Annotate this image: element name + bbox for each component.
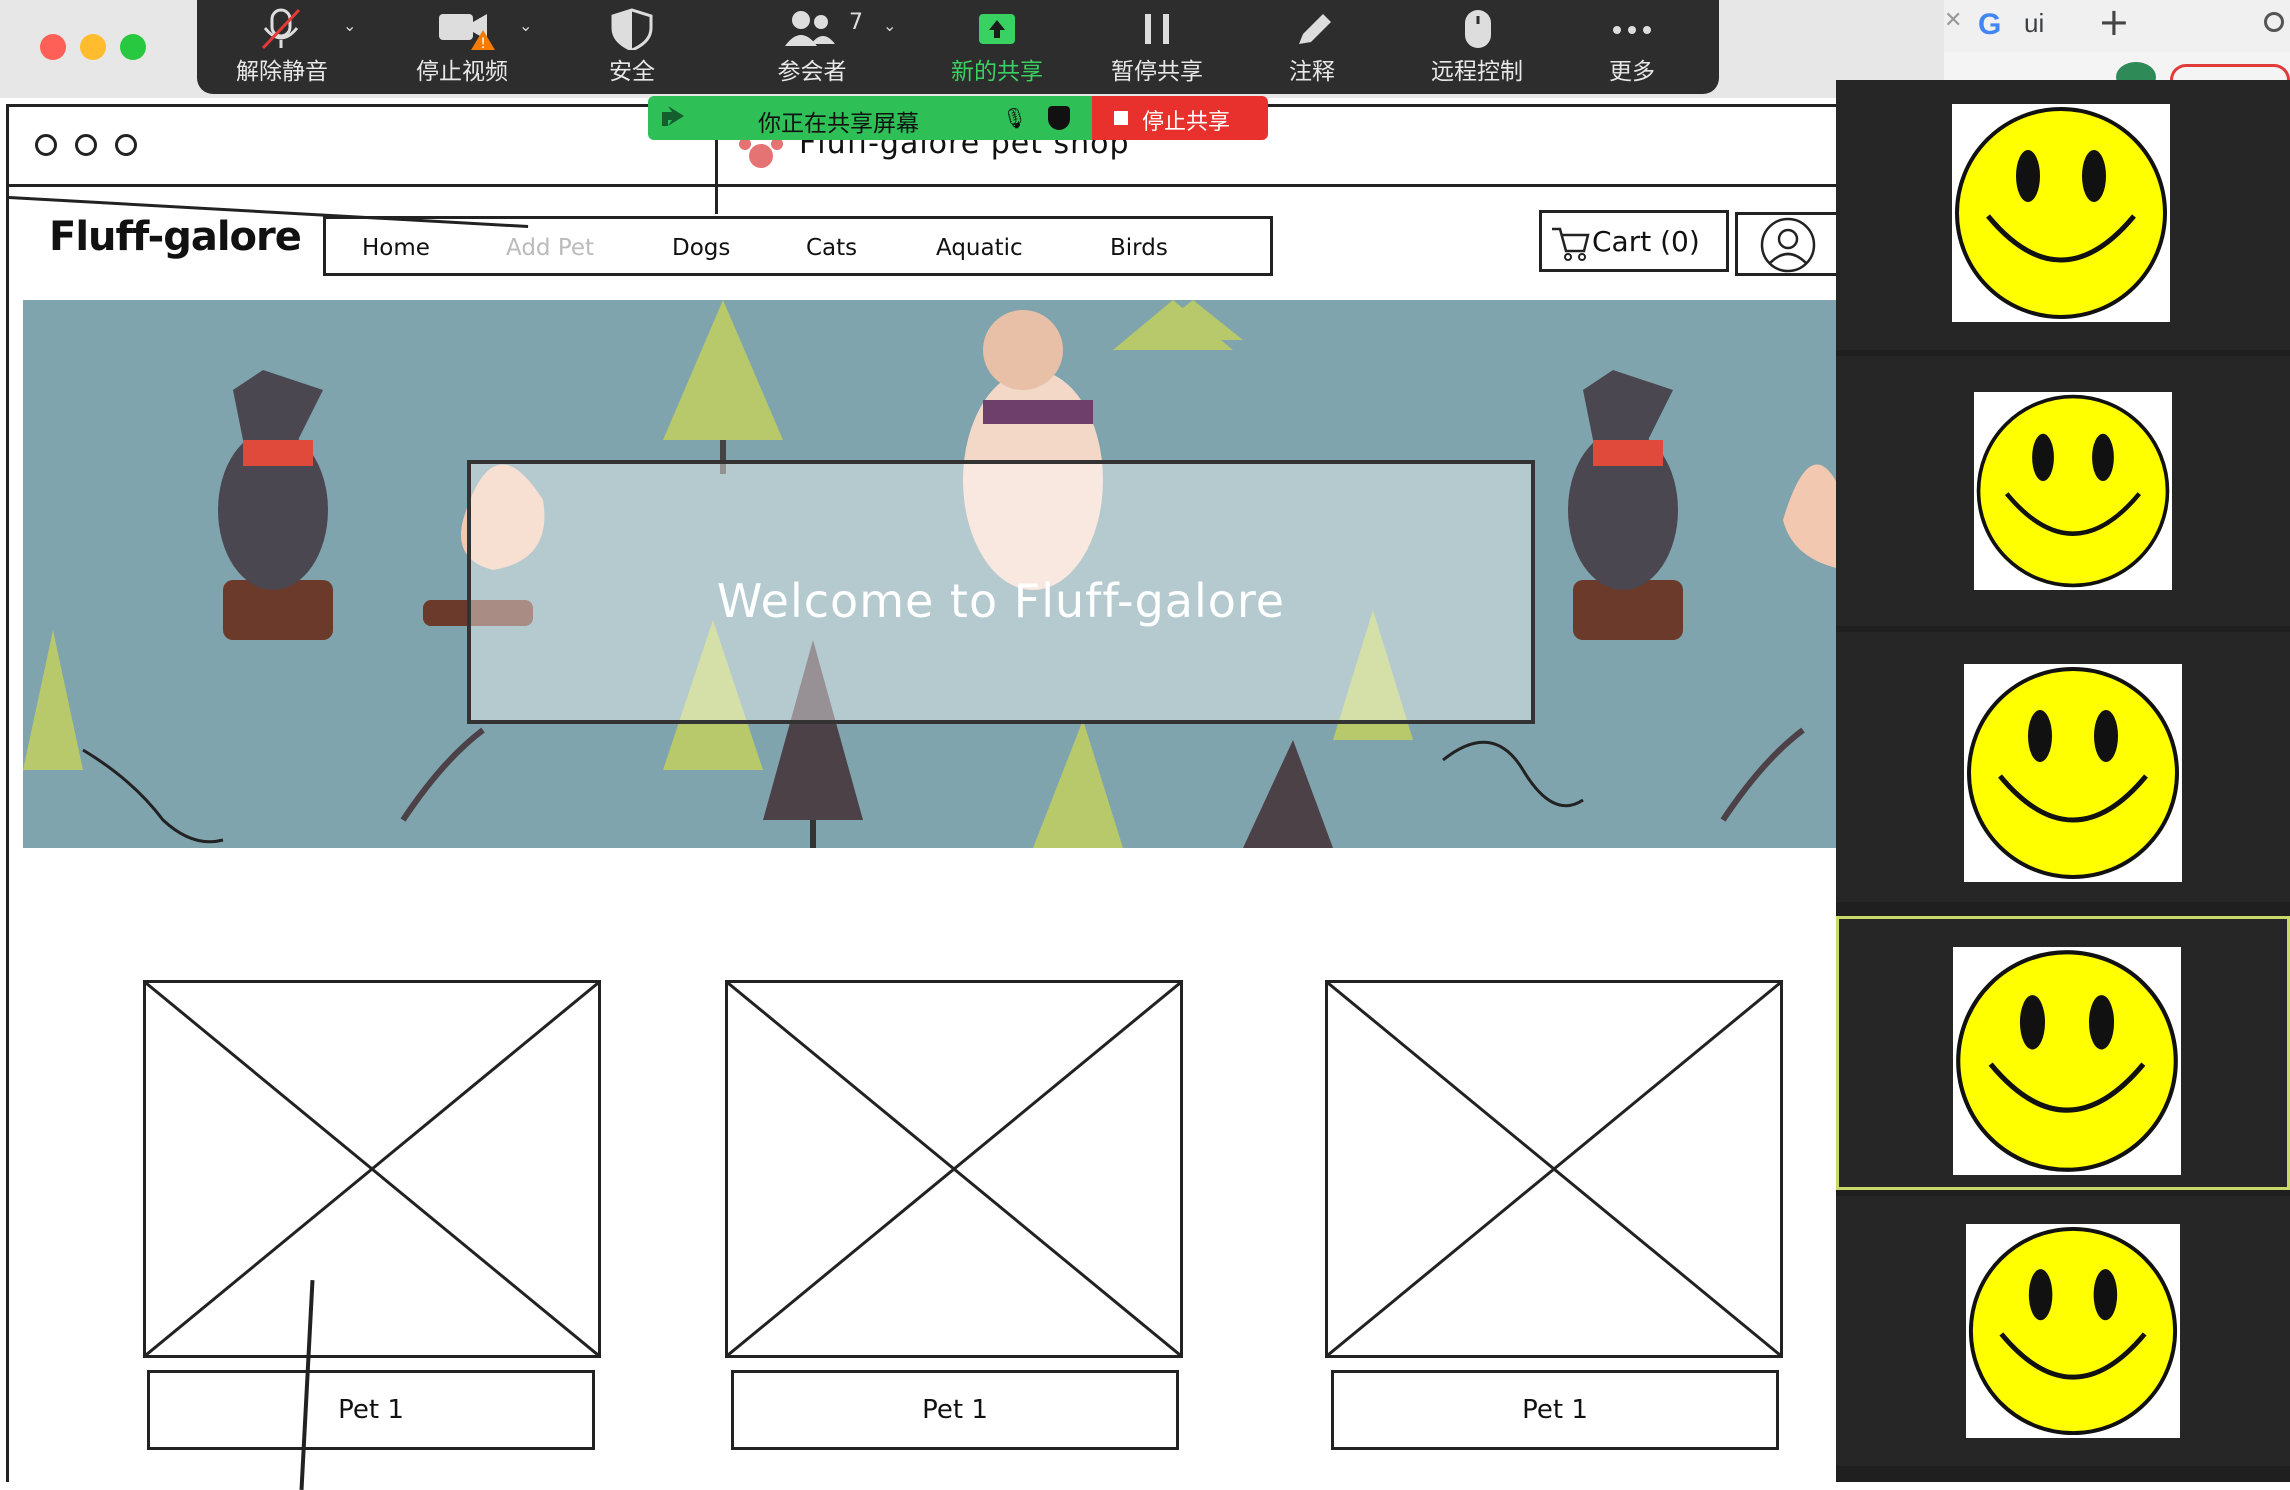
nav-add-pet[interactable]: Add Pet: [506, 235, 594, 261]
pause-icon: [1087, 8, 1227, 50]
new-tab-icon[interactable]: +: [2098, 0, 2130, 44]
nav-birds[interactable]: Birds: [1110, 235, 1168, 261]
video-camera-warning-icon: !: [397, 8, 527, 52]
more-dots-icon: [1567, 8, 1697, 50]
sketch-vertical-line: [715, 140, 718, 214]
product-image-placeholder[interactable]: [725, 980, 1183, 1358]
pause-share-button[interactable]: 暂停共享: [1087, 0, 1227, 94]
cart-icon: [1550, 223, 1590, 267]
tab-close-icon[interactable]: ✕: [1944, 8, 1962, 33]
minimize-window-button[interactable]: [80, 34, 106, 60]
participant-avatar: [1966, 1224, 2180, 1438]
microphone-muted-icon: [217, 8, 347, 50]
shield-check-icon: [1048, 106, 1070, 130]
svg-text:!: !: [480, 36, 486, 50]
cart-button[interactable]: Cart (0): [1539, 210, 1729, 272]
main-nav: Home Add Pet Dogs Cats Aquatic Birds: [323, 216, 1273, 276]
participant-avatar: [1964, 664, 2182, 882]
nav-dogs[interactable]: Dogs: [672, 235, 730, 261]
participant-count: 7: [849, 10, 863, 35]
product-image-placeholder[interactable]: [1325, 980, 1783, 1358]
product-image-placeholder[interactable]: [143, 980, 601, 1358]
participants-button[interactable]: 7 参会者: [737, 0, 887, 94]
profile-button[interactable]: [1735, 212, 1845, 276]
logo[interactable]: Fluff-galore: [49, 214, 302, 260]
annotate-button[interactable]: 注释: [1247, 0, 1377, 94]
sharing-indicator[interactable]: 你正在共享屏幕 🎙: [648, 96, 1092, 140]
product-label[interactable]: Pet 1: [731, 1370, 1179, 1450]
sharing-status-bar: 你正在共享屏幕 🎙 停止共享: [648, 96, 1268, 140]
product-label[interactable]: Pet 1: [1331, 1370, 1779, 1450]
remote-control-button[interactable]: 远程控制: [1407, 0, 1547, 94]
browser-tab[interactable]: G ui: [1978, 2, 2078, 42]
microphone-muted-icon: 🎙: [1002, 106, 1028, 130]
stop-video-button[interactable]: ! 停止视频: [397, 0, 527, 94]
product-label[interactable]: Pet 1: [147, 1370, 595, 1450]
video-options-chevron-icon[interactable]: ⌄: [519, 16, 532, 35]
video-gallery: [1836, 80, 2290, 1482]
nav-home[interactable]: Home: [362, 235, 430, 261]
new-share-button[interactable]: 新的共享: [927, 0, 1067, 94]
video-tile[interactable]: [1836, 1196, 2290, 1466]
share-arrow-icon: [658, 104, 688, 136]
window-dot-3: [115, 134, 137, 156]
frame-header-line: [9, 184, 1839, 187]
hero-banner: Welcome to Fluff-galore: [23, 300, 1845, 848]
participant-avatar: [1952, 104, 2170, 322]
mouse-icon: [1407, 8, 1547, 50]
zoom-meeting-toolbar: 解除静音 ⌄ ! 停止视频 ⌄ 安全 7 参会者 ⌄ 新的共享 暂停共享 注释 …: [197, 0, 1719, 94]
video-tile[interactable]: [1836, 632, 2290, 902]
smiley-face-icon: [1955, 107, 2167, 319]
close-window-button[interactable]: [40, 34, 66, 60]
shield-icon: [567, 8, 697, 52]
smiley-face-icon: [1968, 1226, 2178, 1436]
smiley-face-icon: [1976, 394, 2170, 588]
participants-chevron-icon[interactable]: ⌄: [883, 16, 896, 35]
downloads-icon[interactable]: [2264, 12, 2284, 32]
window-dot-2: [75, 134, 97, 156]
google-logo-icon: G: [1978, 8, 2002, 41]
hero-heading: Welcome to Fluff-galore: [716, 574, 1286, 628]
unmute-button[interactable]: 解除静音: [217, 0, 347, 94]
stop-icon: [1114, 111, 1128, 125]
video-tile[interactable]: [1836, 80, 2290, 350]
hero-text-box: Welcome to Fluff-galore: [467, 460, 1535, 724]
participants-icon: [737, 8, 887, 50]
participant-avatar: [1974, 392, 2172, 590]
more-button[interactable]: 更多: [1567, 0, 1697, 94]
tab-title: ui: [2024, 8, 2045, 38]
user-icon: [1758, 217, 1818, 277]
security-button[interactable]: 安全: [567, 0, 697, 94]
video-tile[interactable]: [1836, 356, 2290, 626]
shared-wireframe: Fluff-galore pet shop Fluff-galore Home …: [6, 104, 1845, 1490]
nav-cats[interactable]: Cats: [806, 235, 857, 261]
maximize-window-button[interactable]: [120, 34, 146, 60]
video-tile-active-speaker[interactable]: [1836, 916, 2290, 1190]
smiley-face-icon: [1967, 667, 2179, 879]
window-dot-1: [35, 134, 57, 156]
pencil-icon: [1247, 8, 1377, 50]
browser-address-strip: [1944, 52, 2290, 94]
share-screen-icon: [927, 8, 1067, 50]
nav-aquatic[interactable]: Aquatic: [936, 235, 1023, 261]
smiley-face-icon: [1956, 950, 2178, 1172]
audio-options-chevron-icon[interactable]: ⌄: [343, 16, 356, 35]
participant-avatar: [1953, 947, 2181, 1175]
